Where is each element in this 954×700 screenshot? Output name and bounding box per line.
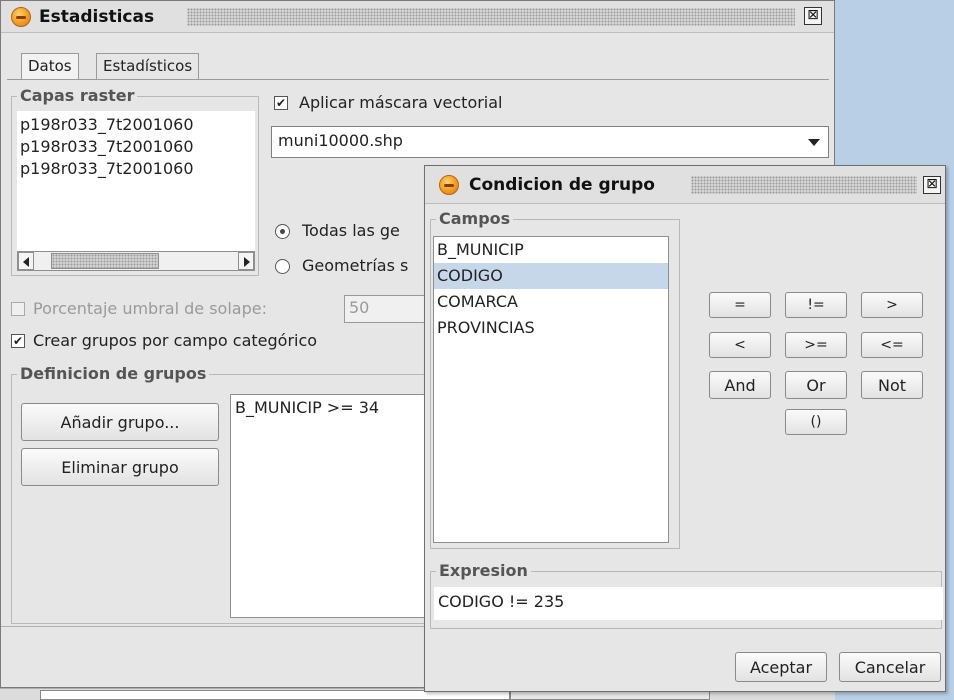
operator-and-button[interactable]: And [709,371,771,399]
operator-parens-button[interactable]: () [785,409,847,435]
mask-layer-select[interactable]: muni10000.shp [271,126,829,158]
operator-neq-button[interactable]: != [785,292,847,318]
operator-not-button[interactable]: Not [861,371,923,399]
titlebar-grip [187,8,795,26]
operator-lt-button[interactable]: < [709,332,771,358]
porcentaje-label: Porcentaje umbral de solape: [33,299,267,318]
accept-button[interactable]: Aceptar [735,652,827,682]
group-item[interactable]: B_MUNICIP >= 34 [235,397,425,419]
close-icon[interactable]: ⊠ [923,176,941,194]
operator-gte-button[interactable]: >= [785,332,847,358]
gvsig-logo-icon [11,7,31,27]
capas-raster-legend: Capas raster [17,87,138,105]
mask-layer-value: muni10000.shp [278,131,403,150]
main-window-title: Estadisticas [39,7,155,27]
list-item[interactable]: B_MUNICIP [434,237,668,263]
remove-group-button[interactable]: Eliminar grupo [21,448,219,486]
list-item[interactable]: CODIGO [434,263,668,289]
aplicar-mascara-label: Aplicar máscara vectorial [299,93,503,112]
operator-eq-button[interactable]: = [709,292,771,318]
scroll-left-icon[interactable] [18,252,34,270]
operator-lte-button[interactable]: <= [861,332,923,358]
tab-strip-line [7,79,829,80]
tab-estadisticos[interactable]: Estadísticos [96,53,200,79]
dialog-titlebar[interactable]: Condicion de grupo ⊠ [425,166,945,204]
campos-legend: Campos [436,210,514,228]
raster-list-scrollbar[interactable] [17,251,255,271]
radio-geometrias-label: Geometrías s [302,256,409,275]
scroll-thumb[interactable] [51,253,159,269]
raster-layer-list[interactable]: p198r033_7t2001060 p198r033_7t2001060 p1… [17,111,255,261]
operator-or-button[interactable]: Or [785,371,847,399]
gvsig-logo-icon [439,175,459,195]
radio-todas-label: Todas las ge [302,221,400,240]
list-item[interactable]: p198r033_7t2001060 [17,111,255,136]
tab-datos[interactable]: Datos [21,53,79,79]
condicion-grupo-dialog: Condicion de grupo ⊠ Campos B_MUNICIP CO… [424,165,946,692]
aplicar-mascara-checkbox[interactable]: ✔ [274,96,288,110]
list-item[interactable]: COMARCA [434,289,668,315]
radio-todas[interactable] [275,224,290,239]
expresion-legend: Expresion [436,562,531,580]
crear-grupos-checkbox[interactable]: ✔ [11,334,25,348]
chevron-down-icon[interactable] [808,139,820,146]
add-group-button[interactable]: Añadir grupo... [21,403,219,441]
scroll-right-icon[interactable] [238,252,254,270]
operator-gt-button[interactable]: > [861,292,923,318]
list-item[interactable]: PROVINCIAS [434,315,668,341]
list-item[interactable]: p198r033_7t2001060 [17,158,255,180]
dialog-title: Condicion de grupo [469,175,655,195]
groups-list[interactable]: B_MUNICIP >= 34 [230,394,430,618]
titlebar-grip [691,176,917,194]
porcentaje-input[interactable]: 50 [344,295,426,323]
main-titlebar[interactable]: Estadisticas ⊠ [1,1,834,33]
cancel-button[interactable]: Cancelar [839,652,941,682]
definicion-grupos-legend: Definicion de grupos [17,365,210,383]
fields-list[interactable]: B_MUNICIP CODIGO COMARCA PROVINCIAS [433,236,669,543]
close-icon[interactable]: ⊠ [804,7,822,25]
list-item[interactable]: p198r033_7t2001060 [17,136,255,158]
radio-geometrias[interactable] [275,259,290,274]
porcentaje-checkbox[interactable] [11,302,25,316]
expression-input[interactable]: CODIGO != 235 [434,587,943,620]
crear-grupos-label: Crear grupos por campo categórico [33,331,318,350]
